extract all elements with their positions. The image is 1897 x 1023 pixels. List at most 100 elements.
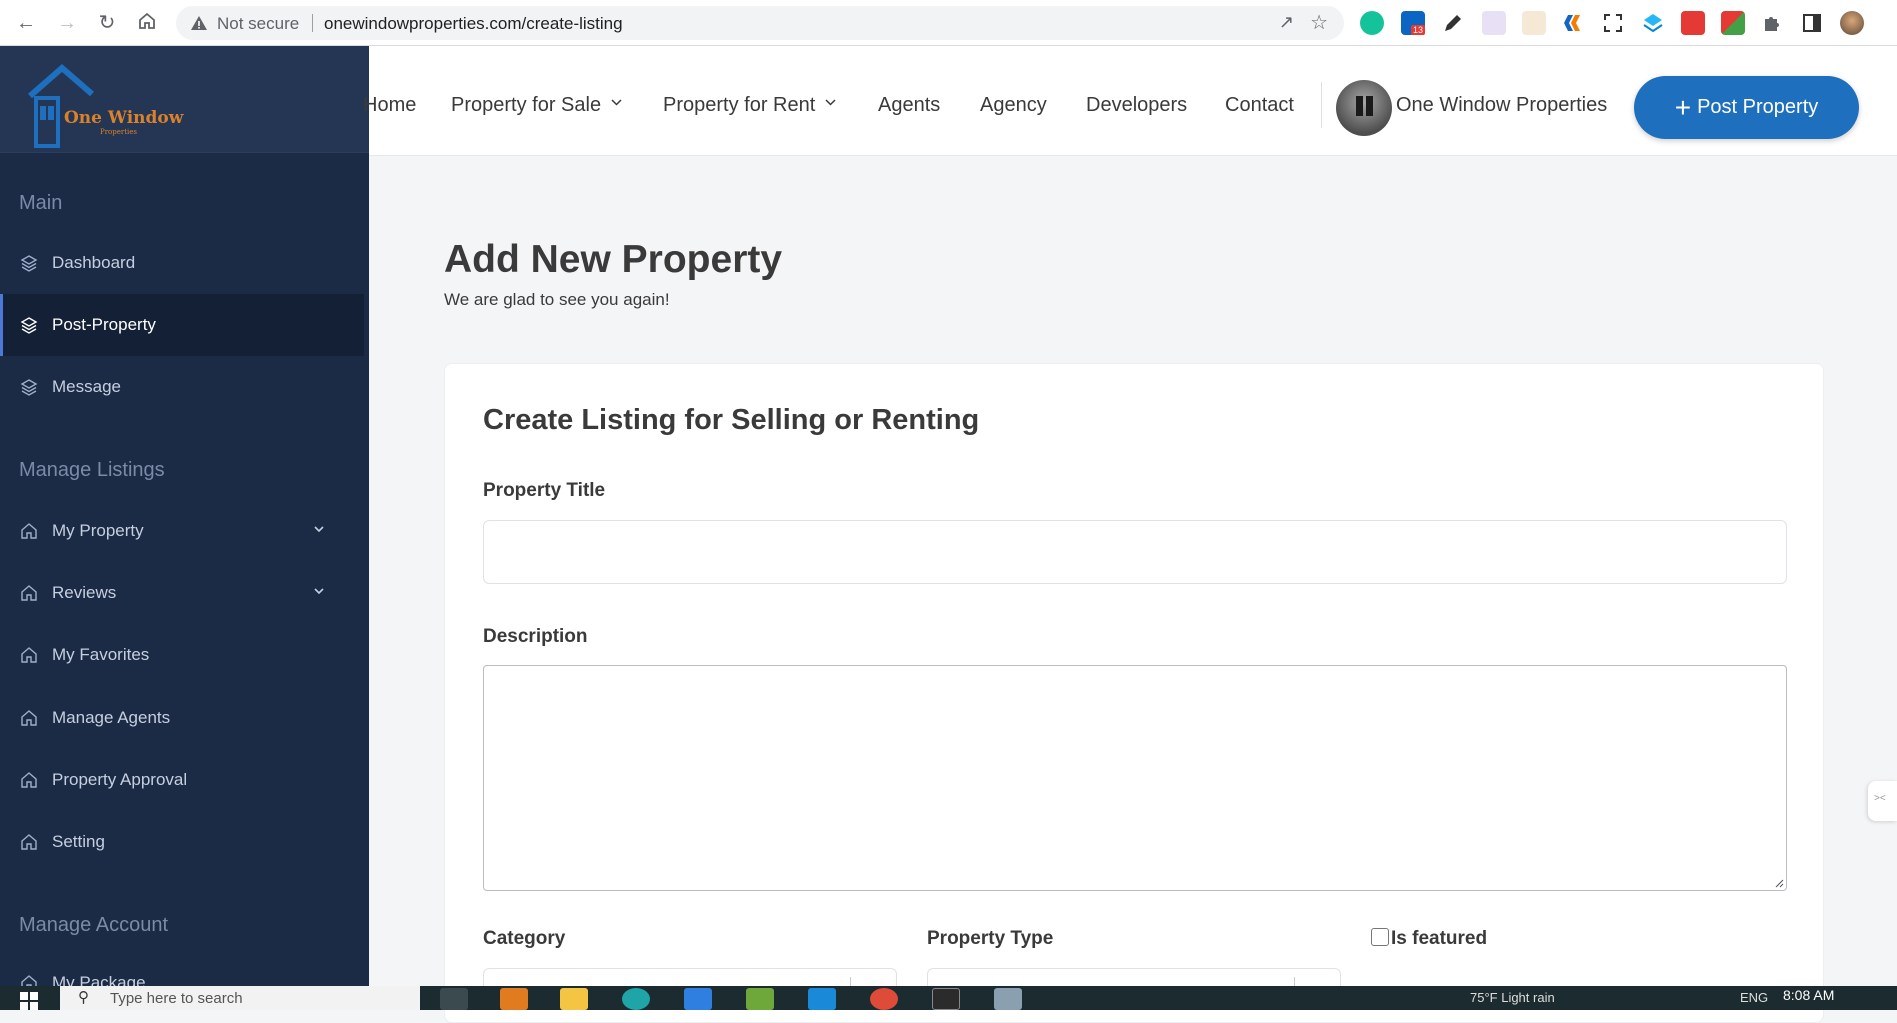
nav-link-agency[interactable]: Agency [980,94,1047,117]
resize-handle-icon[interactable] [1774,878,1784,888]
home-icon [21,585,37,601]
sidebar-item-my-property[interactable]: My Property [0,500,364,562]
os-taskbar: ⚲ Type here to search 75°F Light rain EN… [0,986,1897,1010]
layers-icon [20,379,38,396]
home-icon [21,647,37,663]
sidebar-item-label: Manage Agents [52,708,171,727]
file-explorer-icon[interactable] [560,988,588,1010]
share-icon[interactable]: ↗ [1279,12,1294,33]
sidebar-item-my-favorites[interactable]: My Favorites [0,624,364,686]
linkedin-icon[interactable]: 13 [1401,11,1426,35]
pdf-extension-icon[interactable] [1681,11,1705,35]
edge-icon[interactable] [622,988,650,1010]
forward-icon[interactable]: → [55,11,79,35]
home-icon [21,710,37,726]
nav-link-contact[interactable]: Contact [1225,94,1294,117]
property-title-input[interactable] [483,520,1787,584]
sidepanel-icon[interactable] [1800,11,1824,35]
windows-start-icon[interactable] [20,992,38,1010]
profile-avatar[interactable] [1840,11,1864,35]
logo[interactable]: One Window Properties [0,46,369,153]
home-button-icon[interactable] [135,11,159,35]
pen-icon[interactable] [1441,11,1465,35]
chevron-down-icon [825,99,836,106]
search-placeholder: Type here to search [110,990,243,1007]
language-indicator[interactable]: ENG [1740,990,1768,1005]
sidebar-item-dashboard[interactable]: Dashboard [0,232,364,294]
chevron-down-icon[interactable] [312,584,326,598]
url-text[interactable]: onewindowproperties.com/create-listing [324,14,623,34]
back-icon[interactable]: ← [14,11,38,35]
chrome-icon[interactable] [870,988,898,1010]
category-label: Category [483,928,566,949]
app-icon[interactable] [994,988,1022,1010]
bookmark-star-icon[interactable]: ☆ [1310,10,1328,35]
warning-icon [191,16,207,30]
sidebar-item-label: My Favorites [52,645,150,664]
sidebar-item-label: Property Approval [52,770,188,789]
user-name[interactable]: One Window Properties [1396,94,1607,117]
screenshot-icon[interactable] [1601,11,1625,35]
sidebar-item-setting[interactable]: Setting [0,811,364,873]
sidebar: One Window Properties Main Dashboard Pos… [0,46,369,992]
browser-toolbar: ← → ↻ Not secure onewindowproperties.com… [0,0,1897,46]
sidebar-item-post-property[interactable]: Post-Property [0,294,364,356]
post-property-button[interactable]: + Post Property [1634,76,1859,139]
plus-icon: + [1674,91,1692,123]
home-icon [21,834,37,850]
sidebar-item-manage-agents[interactable]: Manage Agents [0,687,364,749]
sidebar-item-property-approval[interactable]: Property Approval [0,749,364,811]
is-featured-checkbox[interactable] [1371,928,1389,946]
reload-icon[interactable]: ↻ [95,11,119,35]
layers-icon [20,317,38,334]
description-textarea[interactable] [483,665,1787,891]
layers-extension-icon[interactable] [1641,11,1665,35]
app-icon[interactable] [746,988,774,1010]
app-icon[interactable] [684,988,712,1010]
chevron-down-icon[interactable] [312,522,326,536]
sidebar-item-reviews[interactable]: Reviews [0,562,364,624]
calendar-icon[interactable] [1522,11,1546,35]
terminal-icon[interactable] [932,988,960,1010]
nav-link-property-for-rent[interactable]: Property for Rent [663,94,836,117]
address-bar[interactable]: Not secure onewindowproperties.com/creat… [176,6,1344,40]
sidebar-item-message[interactable]: Message [0,356,364,418]
grammarly-icon[interactable] [1360,11,1384,35]
clock-time[interactable]: 8:08 AM [1783,987,1834,1003]
feedback-tab[interactable]: >< [1868,781,1897,821]
nav-link-property-for-sale[interactable]: Property for Sale [451,94,622,117]
home-icon [21,772,37,788]
property-title-label: Property Title [483,480,606,501]
nav-link-home[interactable]: Home [363,94,416,117]
sidebar-item-label: Message [52,377,121,396]
sidebar-item-label: Reviews [52,583,117,602]
color-extension-icon[interactable] [1721,11,1745,35]
chevron-down-icon [611,99,622,106]
listing-form-card: Create Listing for Selling or Renting Pr… [444,363,1824,1023]
nav-link-agents[interactable]: Agents [878,94,940,117]
layers-icon [20,255,38,272]
nav-link-developers[interactable]: Developers [1086,94,1187,117]
extension-icon[interactable] [1482,11,1506,35]
nav-link-label: Property for Sale [451,94,602,116]
property-type-label: Property Type [927,928,1054,949]
is-featured-label: Is featured [1391,928,1488,949]
puzzle-icon[interactable] [1760,11,1784,35]
k-extension-icon[interactable] [1561,11,1585,35]
user-avatar[interactable] [1336,80,1392,136]
search-icon: ⚲ [78,989,89,1006]
app-icon[interactable] [500,988,528,1010]
page-subtitle: We are glad to see you again! [444,290,670,309]
sidebar-item-label: Post-Property [52,315,156,334]
vscode-icon[interactable] [808,988,836,1010]
page-title: Add New Property [444,238,783,281]
divider [312,14,313,32]
sidebar-item-label: Setting [52,832,105,851]
home-icon [21,523,37,539]
taskbar-search[interactable]: ⚲ Type here to search [60,986,420,1010]
nav-link-label: Property for Rent [663,94,816,116]
task-view-icon[interactable] [440,988,468,1010]
description-label: Description [483,626,588,647]
weather-text[interactable]: 75°F Light rain [1470,990,1555,1005]
logo-name: One Window [64,108,184,128]
